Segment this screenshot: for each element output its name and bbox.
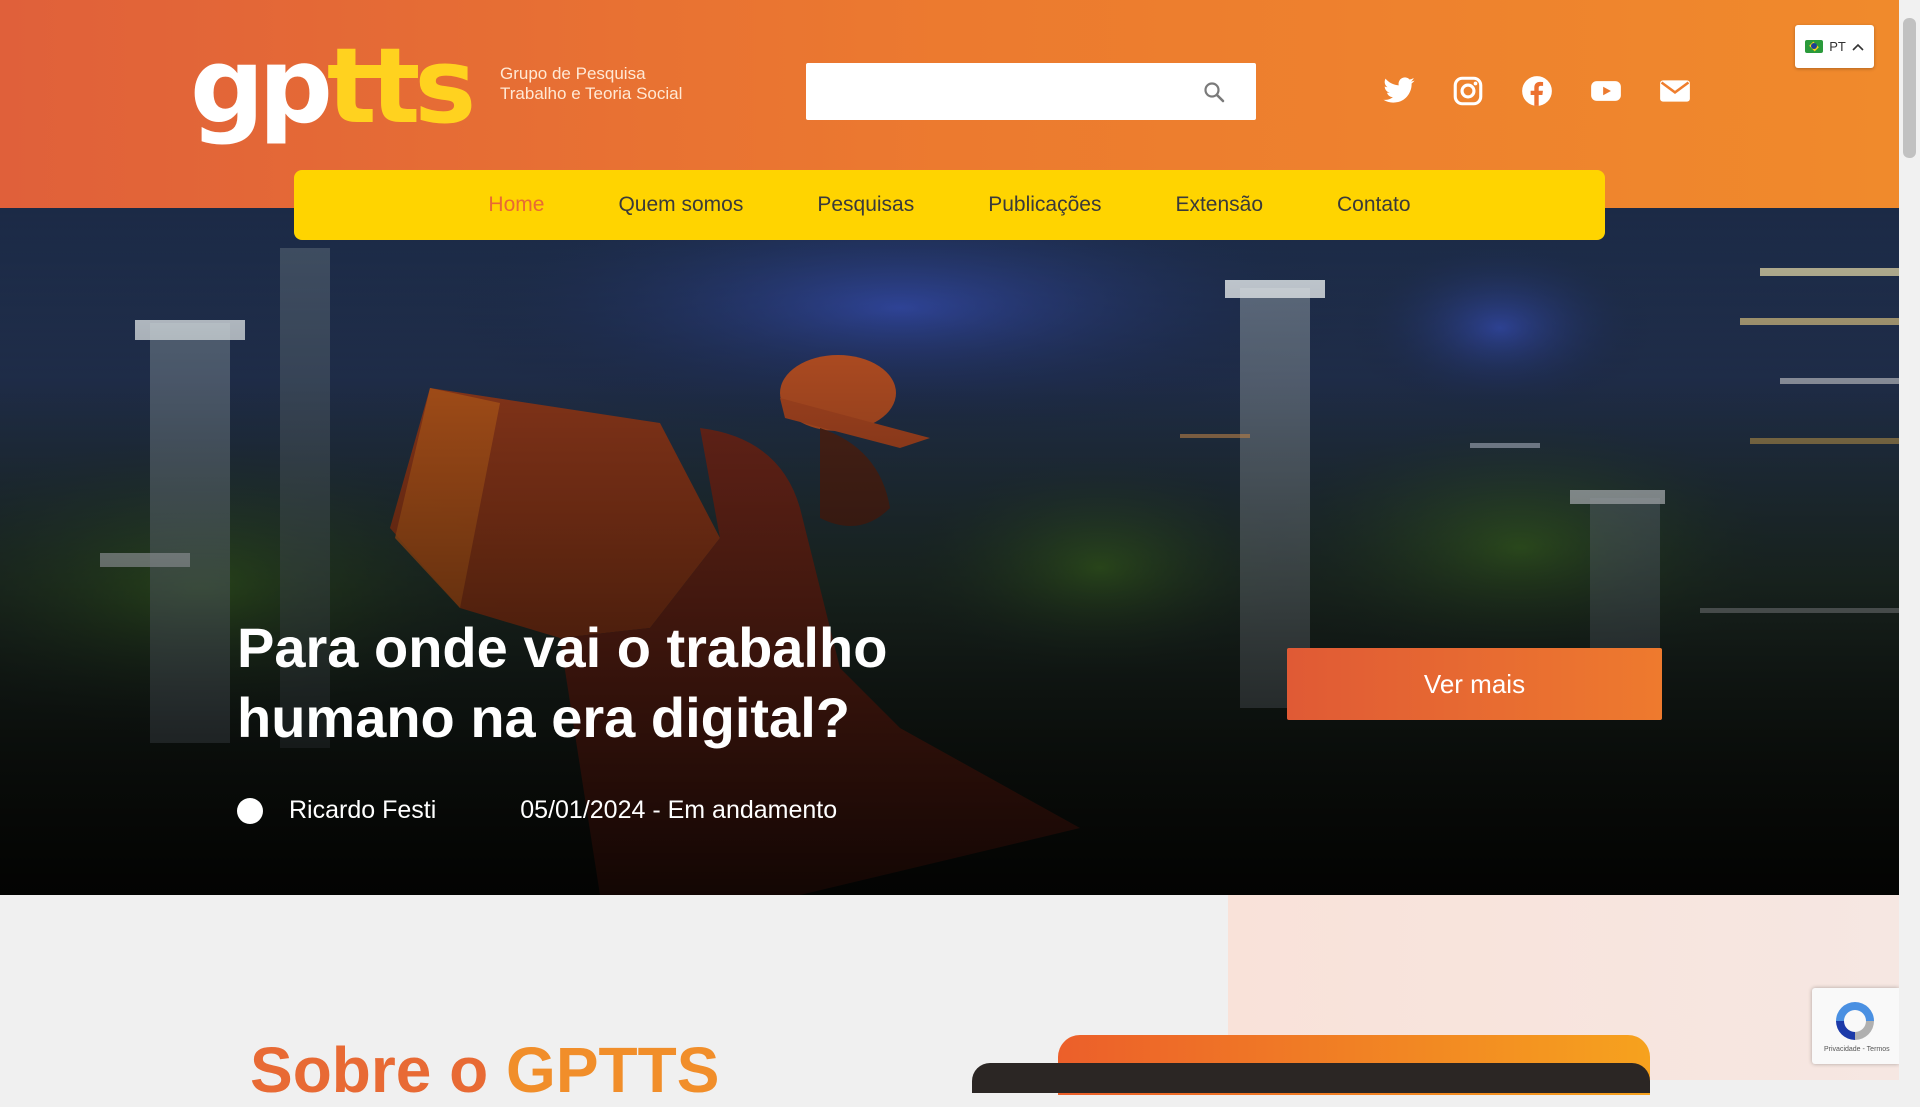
facebook-icon[interactable] xyxy=(1520,74,1554,108)
recaptcha-badge[interactable]: Privacidade - Termos xyxy=(1812,988,1899,1064)
about-card-image xyxy=(972,1063,1650,1093)
nav-item-quem-somos[interactable]: Quem somos xyxy=(618,193,743,217)
nav-item-home[interactable]: Home xyxy=(488,193,544,217)
about-title-part2: GPTTS xyxy=(506,1034,720,1106)
about-title-part1: Sobre o xyxy=(250,1034,507,1106)
chevron-up-icon xyxy=(1852,43,1864,51)
hero-background-image xyxy=(0,208,1899,895)
twitter-icon[interactable] xyxy=(1382,74,1416,108)
email-icon[interactable] xyxy=(1658,74,1692,108)
search-box xyxy=(806,63,1256,120)
hero-banner: Para onde vai o trabalho humano na era d… xyxy=(0,208,1899,895)
youtube-icon[interactable] xyxy=(1589,74,1623,108)
subtitle-line-2: Trabalho e Teoria Social xyxy=(500,84,683,103)
language-switcher[interactable]: PT xyxy=(1795,25,1874,68)
search-input[interactable] xyxy=(806,63,1204,120)
hero-date-status: 05/01/2024 - Em andamento xyxy=(520,796,838,824)
scrollbar-thumb[interactable] xyxy=(1903,18,1916,158)
site-logo[interactable]: gp tts xyxy=(190,25,476,147)
recaptcha-links[interactable]: Privacidade - Termos xyxy=(1824,1046,1890,1053)
ver-mais-button[interactable]: Ver mais xyxy=(1287,648,1662,720)
page-scrollbar[interactable] xyxy=(1899,0,1920,1080)
nav-item-pesquisas[interactable]: Pesquisas xyxy=(817,193,914,217)
nav-item-contato[interactable]: Contato xyxy=(1337,193,1411,217)
author-avatar xyxy=(237,797,263,824)
logo-gp-text: gp xyxy=(190,25,333,147)
instagram-icon[interactable] xyxy=(1451,74,1485,108)
logo-tts-text: tts xyxy=(326,25,476,147)
hero-author[interactable]: Ricardo Festi xyxy=(289,796,436,825)
about-title: Sobre o GPTTS xyxy=(250,1033,719,1107)
hero-title: Para onde vai o trabalho humano na era d… xyxy=(237,616,888,749)
recaptcha-icon xyxy=(1836,1002,1874,1040)
nav-item-extensao[interactable]: Extensão xyxy=(1175,193,1263,217)
hero-meta: Ricardo Festi 05/01/2024 - Em andamento xyxy=(237,796,837,825)
main-nav: Home Quem somos Pesquisas Publicações Ex… xyxy=(294,170,1605,240)
language-code: PT xyxy=(1829,39,1846,54)
subtitle-line-1: Grupo de Pesquisa xyxy=(500,64,646,83)
nav-item-publicacoes[interactable]: Publicações xyxy=(988,193,1101,217)
brazil-flag-icon xyxy=(1805,40,1824,53)
search-icon[interactable] xyxy=(1202,80,1226,104)
logo-subtitle: Grupo de Pesquisa Trabalho e Teoria Soci… xyxy=(500,64,682,104)
